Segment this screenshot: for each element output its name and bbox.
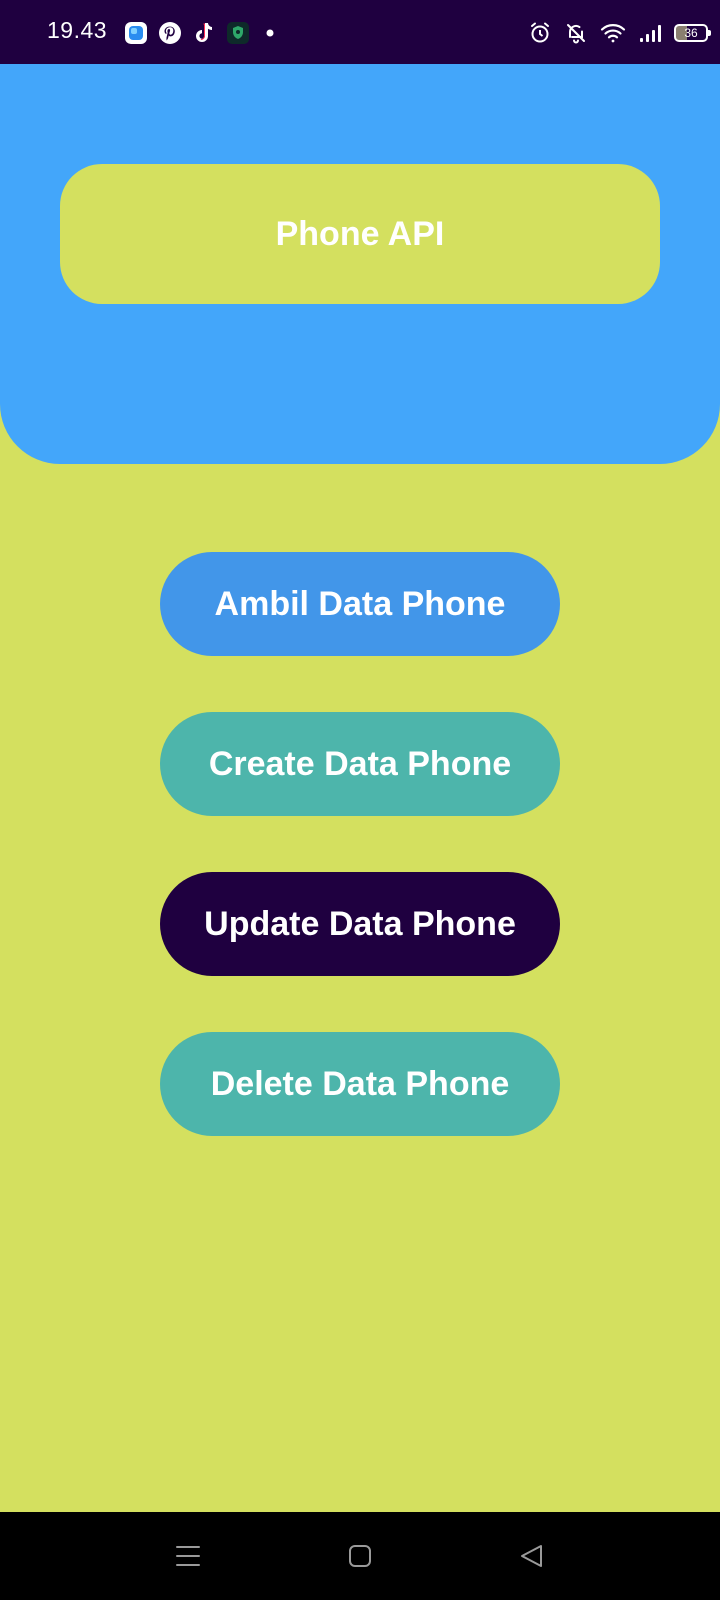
back-icon[interactable] xyxy=(510,1534,554,1578)
signal-icon xyxy=(638,21,662,45)
status-right-icons: 36 xyxy=(528,19,711,47)
bell-off-icon xyxy=(564,21,588,45)
delete-data-phone-label: Delete Data Phone xyxy=(210,1064,510,1103)
title-card: Phone API xyxy=(60,164,660,304)
update-data-phone-button[interactable]: Update Data Phone xyxy=(160,872,560,976)
create-data-phone-button[interactable]: Create Data Phone xyxy=(160,712,560,816)
page-title: Phone API xyxy=(275,214,445,253)
create-data-phone-label: Create Data Phone xyxy=(208,744,512,783)
system-nav-bar xyxy=(0,1512,720,1600)
status-time: 19.43 xyxy=(47,17,108,43)
ambil-data-phone-button[interactable]: Ambil Data Phone xyxy=(160,552,560,656)
app-launcher-icon xyxy=(124,21,148,45)
status-bar: 19.43 36 xyxy=(0,0,720,64)
battery-level: 36 xyxy=(684,26,698,40)
header-panel: Phone API xyxy=(0,64,720,464)
status-left-icons xyxy=(124,19,280,47)
pinterest-icon xyxy=(158,21,182,45)
wifi-icon xyxy=(600,21,626,45)
delete-data-phone-button[interactable]: Delete Data Phone xyxy=(160,1032,560,1136)
home-icon[interactable] xyxy=(338,1534,382,1578)
ambil-data-phone-label: Ambil Data Phone xyxy=(214,584,506,623)
alarm-icon xyxy=(528,21,552,45)
battery-icon: 36 xyxy=(674,24,711,42)
tiktok-icon xyxy=(192,21,216,45)
notification-dot-icon xyxy=(260,21,280,45)
menu-icon[interactable] xyxy=(166,1534,210,1578)
update-data-phone-label: Update Data Phone xyxy=(204,904,516,943)
shield-app-icon xyxy=(226,21,250,45)
